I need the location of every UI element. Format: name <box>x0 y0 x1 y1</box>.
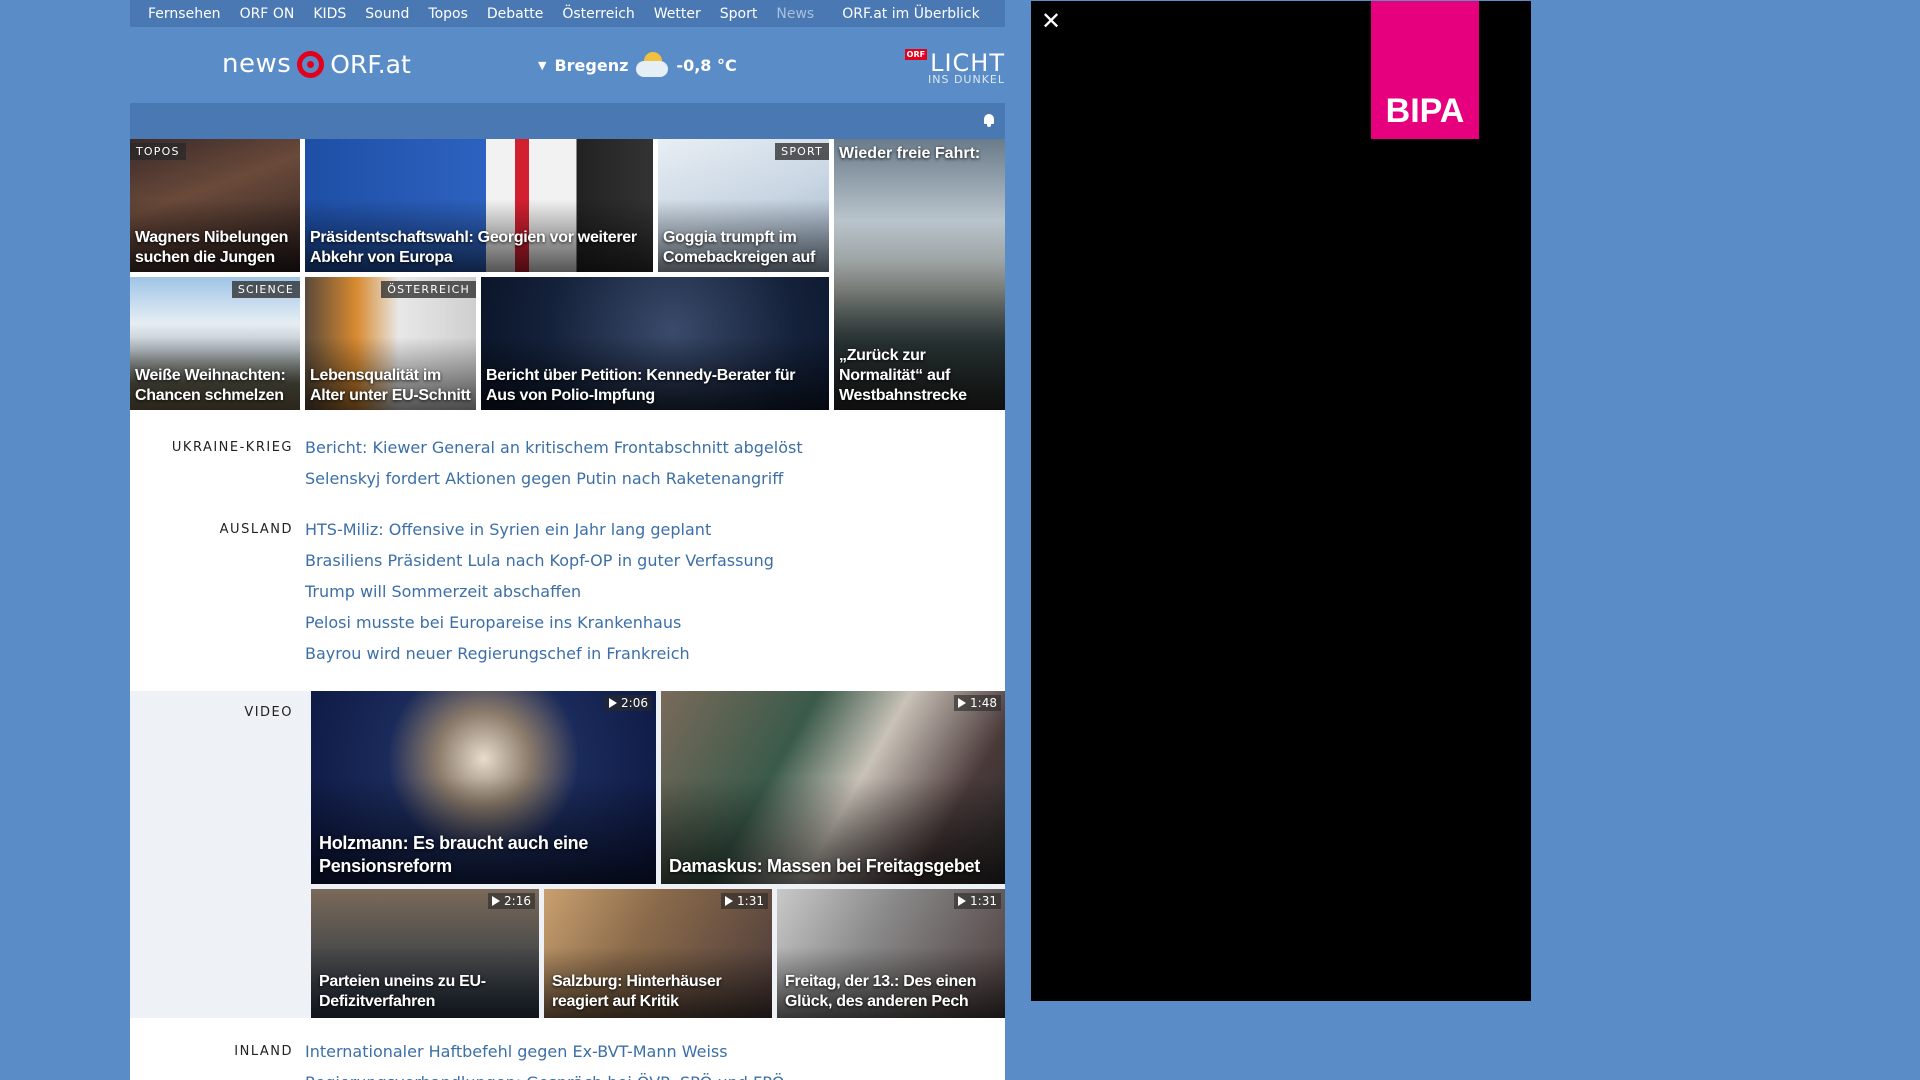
section-tag: SPORT <box>775 143 829 160</box>
video-duration: 1:31 <box>954 893 1001 909</box>
header: news ORF.at ▼ Bregenz -0,8 °C ORF LICHT I… <box>130 27 1005 103</box>
story-caption: Weiße Weihnachten: Chancen schmelzen <box>135 367 286 404</box>
logo-orf-text: ORF.at <box>330 49 411 79</box>
section-video: VIDEO 2:06 Holzmann: Es braucht auch ein… <box>130 691 1005 1018</box>
play-icon <box>958 698 967 708</box>
section-tag: TOPOS <box>130 143 186 160</box>
play-icon <box>958 896 967 906</box>
orf-eye-icon <box>297 50 325 78</box>
weather-widget[interactable]: ▼ Bregenz -0,8 °C <box>538 52 737 78</box>
nav-wetter[interactable]: Wetter <box>654 6 701 22</box>
video-duration: 1:31 <box>721 893 768 909</box>
news-link[interactable]: Trump will Sommerzeit abschaffen <box>305 581 774 612</box>
video-tile[interactable]: 2:16 Parteien uneins zu EU-Defizitverfah… <box>311 889 539 1018</box>
story-tile-sport[interactable]: SPORT Goggia trumpft im Comebackreigen a… <box>658 139 829 272</box>
news-link[interactable]: Bayrou wird neuer Regierungschef in Fran… <box>305 643 774 674</box>
notification-bar <box>130 103 1005 139</box>
story-caption: Bericht über Petition: Kennedy-Berater f… <box>486 367 796 404</box>
story-tile-westbahn[interactable]: Wieder freie Fahrt: „Zurück zur Normalit… <box>834 139 1005 410</box>
story-tile-georgien[interactable]: Präsidentschaftswahl: Georgien vor weite… <box>305 139 653 272</box>
video-tile[interactable]: 1:31 Freitag, der 13.: Des einen Glück, … <box>777 889 1005 1018</box>
close-icon[interactable]: ✕ <box>1041 9 1061 33</box>
story-tile-oesterreich[interactable]: ÖSTERREICH Lebensqualität im Alter unter… <box>305 277 476 410</box>
video-caption: Salzburg: Hinterhäuser reagiert auf Krit… <box>552 973 722 1010</box>
main-content: TOPOS Wagners Nibelungen suchen die Jung… <box>130 139 1005 1080</box>
bell-icon[interactable] <box>983 113 995 127</box>
video-duration: 2:16 <box>488 893 535 909</box>
story-caption: Präsidentschaftswahl: Georgien vor weite… <box>310 229 637 266</box>
story-caption: Lebensqualität im Alter unter EU-Schnitt <box>310 367 471 404</box>
video-tile[interactable]: 1:48 Damaskus: Massen bei Freitagsgebet <box>661 691 1005 884</box>
news-orf-logo[interactable]: news ORF.at <box>222 49 411 79</box>
bipa-logo[interactable]: BIPA <box>1371 1 1479 139</box>
nav-news[interactable]: News <box>776 6 814 22</box>
video-tile[interactable]: 2:06 Holzmann: Es braucht auch eine Pens… <box>311 691 656 884</box>
video-duration: 1:48 <box>954 695 1001 711</box>
ad-overlay[interactable]: ✕ BIPA <box>1031 1 1531 1001</box>
news-link[interactable]: Regierungsverhandlungen: Gespräch bei ÖV… <box>305 1072 784 1080</box>
nav-fernsehen[interactable]: Fernsehen <box>148 6 221 22</box>
video-caption: Holzmann: Es braucht auch eine Pensionsr… <box>319 833 589 876</box>
nav-oesterreich[interactable]: Österreich <box>562 6 634 22</box>
play-icon <box>492 896 501 906</box>
story-tile-topos[interactable]: TOPOS Wagners Nibelungen suchen die Jung… <box>130 139 300 272</box>
section-tag: ÖSTERREICH <box>381 281 476 298</box>
news-link[interactable]: Selenskyj fordert Aktionen gegen Putin n… <box>305 468 803 499</box>
video-tile[interactable]: 1:31 Salzburg: Hinterhäuser reagiert auf… <box>544 889 772 1018</box>
nav-kids[interactable]: KIDS <box>313 6 346 22</box>
licht-ins-dunkel-logo[interactable]: ORF LICHT INS DUNKEL <box>904 49 1005 86</box>
news-link[interactable]: Internationaler Haftbefehl gegen Ex-BVT-… <box>305 1041 784 1072</box>
nav-orf-on[interactable]: ORF ON <box>240 6 295 22</box>
story-caption: „Zurück zur Normalität“ auf Westbahnstre… <box>839 347 967 404</box>
weather-temperature: -0,8 °C <box>676 55 737 75</box>
nav-sport[interactable]: Sport <box>720 6 758 22</box>
dropdown-triangle-icon: ▼ <box>538 58 547 72</box>
play-icon <box>609 698 618 708</box>
nav-topos[interactable]: Topos <box>428 6 467 22</box>
news-link[interactable]: Pelosi musste bei Europareise ins Kranke… <box>305 612 774 643</box>
nav-sound[interactable]: Sound <box>365 6 409 22</box>
nav-debatte[interactable]: Debatte <box>487 6 543 22</box>
story-tile-science[interactable]: SCIENCE Weiße Weihnachten: Chancen schme… <box>130 277 300 410</box>
section-inland: INLAND Internationaler Haftbefehl gegen … <box>130 1041 1005 1080</box>
story-kicker: Wieder freie Fahrt: <box>839 145 981 162</box>
section-ausland: AUSLAND HTS-Miliz: Offensive in Syrien e… <box>130 519 1005 679</box>
news-link[interactable]: Bericht: Kiewer General an kritischem Fr… <box>305 437 803 468</box>
play-icon <box>725 896 734 906</box>
news-link[interactable]: HTS-Miliz: Offensive in Syrien ein Jahr … <box>305 519 774 550</box>
top-nav: Fernsehen ORF ON KIDS Sound Topos Debatt… <box>130 0 1005 27</box>
story-tile-kennedy[interactable]: Bericht über Petition: Kennedy-Berater f… <box>481 277 829 410</box>
logo-news-text: news <box>222 49 292 79</box>
video-caption: Damaskus: Massen bei Freitagsgebet <box>669 856 980 876</box>
licht-orf-badge: ORF <box>904 49 928 60</box>
video-duration: 2:06 <box>605 695 652 711</box>
section-tag: SCIENCE <box>231 281 300 298</box>
section-ukraine: UKRAINE-KRIEG Bericht: Kiewer General an… <box>130 437 1005 499</box>
section-label: UKRAINE-KRIEG <box>171 440 293 455</box>
weather-location: Bregenz <box>554 55 629 75</box>
story-caption: Wagners Nibelungen suchen die Jungen <box>135 229 289 266</box>
section-label: VIDEO <box>244 705 293 720</box>
nav-orf-overview[interactable]: ORF.at im Überblick <box>842 6 979 22</box>
story-caption: Goggia trumpft im Comebackreigen auf <box>663 229 815 266</box>
partly-cloudy-icon <box>634 52 670 78</box>
video-caption: Parteien uneins zu EU-Defizitverfahren <box>319 973 486 1010</box>
video-caption: Freitag, der 13.: Des einen Glück, des a… <box>785 973 977 1010</box>
news-link[interactable]: Brasiliens Präsident Lula nach Kopf-OP i… <box>305 550 774 581</box>
section-label: INLAND <box>234 1044 293 1059</box>
section-label: AUSLAND <box>219 522 293 537</box>
